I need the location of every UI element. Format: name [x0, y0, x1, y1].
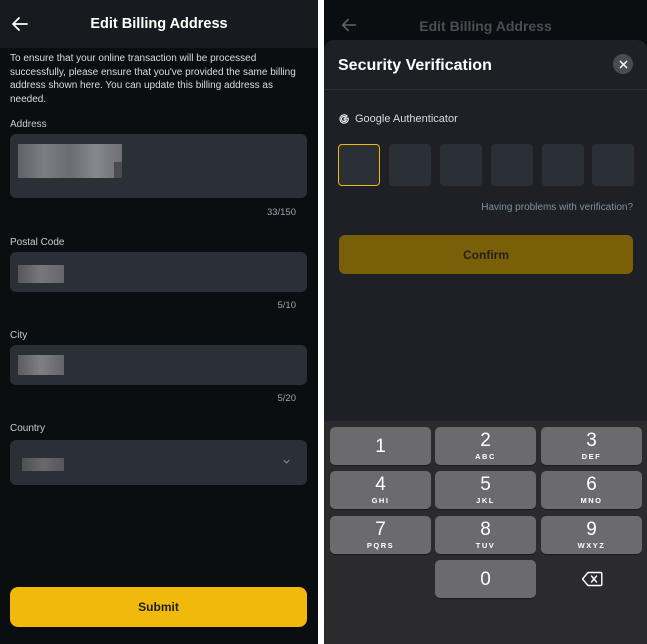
top-bar: Edit Billing Address	[0, 0, 318, 48]
key-9[interactable]: 9 WXYZ	[541, 516, 642, 554]
key-8[interactable]: 8 TUV	[435, 516, 536, 554]
divider	[324, 89, 647, 90]
key-digit: 5	[480, 474, 491, 495]
redacted-text	[18, 265, 64, 283]
redacted-text	[18, 355, 64, 375]
key-letters: ABC	[475, 452, 496, 461]
country-label: Country	[10, 423, 46, 434]
key-digit: 4	[375, 474, 386, 495]
sheet-title: Security Verification	[338, 57, 492, 74]
postal-code-counter: 5/10	[277, 300, 297, 311]
country-select[interactable]	[10, 440, 307, 485]
address-label: Address	[10, 119, 47, 130]
confirm-button[interactable]: Confirm	[339, 235, 633, 274]
key-2[interactable]: 2 ABC	[435, 427, 536, 465]
city-counter: 5/20	[277, 393, 297, 404]
key-3[interactable]: 3 DEF	[541, 427, 642, 465]
redacted-text	[22, 458, 64, 471]
key-digit: 9	[586, 519, 597, 540]
key-1[interactable]: 1	[330, 427, 431, 465]
verification-help-link[interactable]: Having problems with verification?	[481, 202, 633, 213]
chevron-down-icon	[283, 459, 290, 464]
address-counter: 33/150	[266, 207, 296, 218]
security-verification-screen: Edit Billing Address Security Verificati…	[324, 0, 647, 644]
dimmed-page-title: Edit Billing Address	[419, 18, 552, 34]
submit-button[interactable]: Submit	[10, 587, 307, 627]
city-label: City	[10, 330, 28, 341]
authenticator-label: Google Authenticator	[355, 113, 458, 125]
code-digit-4[interactable]	[491, 144, 533, 186]
key-0[interactable]: 0	[435, 560, 536, 598]
code-digit-2[interactable]	[389, 144, 431, 186]
intro-text: To ensure that your online transaction w…	[10, 53, 296, 105]
edit-billing-screen: Edit Billing Address To ensure that your…	[0, 0, 318, 644]
key-letters: MNO	[580, 496, 603, 505]
key-digit: 3	[586, 430, 597, 451]
backspace-icon	[581, 571, 602, 587]
code-digit-5[interactable]	[542, 144, 584, 186]
redacted-text	[18, 144, 122, 178]
postal-code-label: Postal Code	[10, 237, 65, 248]
key-digit: 2	[480, 430, 491, 451]
key-letters: PQRS	[366, 541, 395, 550]
postal-code-field[interactable]	[10, 252, 307, 292]
numeric-keypad: 1 2 ABC 3 DEF 4 GHI 5 JKL 6 MNO 7 PQRS 8…	[324, 421, 647, 644]
key-5[interactable]: 5 JKL	[435, 471, 536, 509]
key-7[interactable]: 7 PQRS	[330, 516, 431, 554]
verification-sheet: Security Verification Google Authenticat…	[324, 40, 647, 426]
close-button[interactable]	[613, 54, 633, 74]
key-digit: 1	[375, 435, 386, 457]
key-letters: JKL	[476, 496, 495, 505]
key-letters: TUV	[475, 541, 496, 550]
authenticator-method: Google Authenticator	[338, 113, 458, 125]
key-letters: WXYZ	[577, 541, 606, 550]
google-icon	[339, 114, 349, 124]
key-4[interactable]: 4 GHI	[330, 471, 431, 509]
backspace-key[interactable]	[541, 560, 642, 598]
redacted-text	[114, 162, 122, 178]
city-field[interactable]	[10, 345, 307, 385]
page-title: Edit Billing Address	[90, 16, 228, 32]
address-field[interactable]	[10, 134, 307, 198]
code-digit-1[interactable]	[338, 144, 380, 186]
key-digit: 7	[375, 519, 386, 540]
code-digit-3[interactable]	[440, 144, 482, 186]
code-digit-6[interactable]	[592, 144, 634, 186]
key-digit: 0	[480, 568, 491, 590]
key-letters: GHI	[371, 496, 390, 505]
key-letters: DEF	[581, 452, 602, 461]
key-6[interactable]: 6 MNO	[541, 471, 642, 509]
key-digit: 8	[480, 519, 491, 540]
key-digit: 6	[586, 474, 597, 495]
close-icon	[619, 60, 627, 68]
